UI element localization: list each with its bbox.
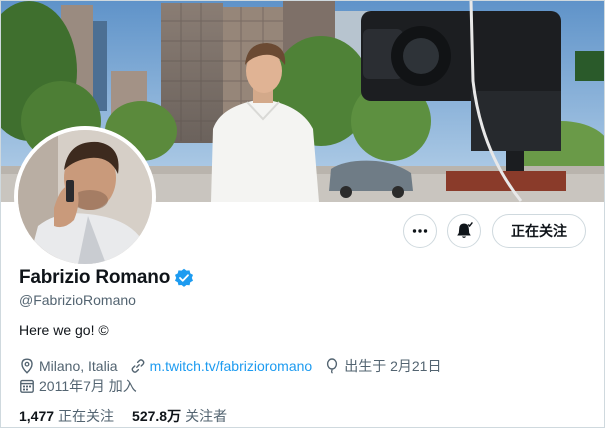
following-button[interactable]: 正在关注 [492,214,586,248]
verified-badge-icon [175,268,194,287]
balloon-icon [327,358,338,374]
website-item: m.twitch.tv/fabrizioromano [130,358,313,374]
more-horizontal-icon [412,229,428,233]
birthday-item: 出生于 2月21日 [324,356,441,376]
profile-meta-joined: 2011年7月 加入 [19,376,149,396]
following-stat[interactable]: 1,477 正在关注 [19,406,114,426]
avatar[interactable] [14,126,156,268]
profile-meta: Milano, Italia m.twitch.tv/fabrizioroman… [19,356,453,376]
location-item: Milano, Italia [19,358,118,374]
link-icon [131,359,145,373]
name-row: Fabrizio Romano [19,267,194,289]
following-label: 正在关注 [58,408,115,424]
calendar-icon [20,379,34,393]
avatar-photo [18,130,152,264]
following-count: 1,477 [19,408,55,424]
notifications-button[interactable] [447,214,481,248]
website-link[interactable]: m.twitch.tv/fabrizioromano [150,358,313,374]
profile-card: 正在关注 Fabrizio Romano @FabrizioRomano Her… [0,0,605,428]
bell-icon [457,221,473,238]
followers-stat[interactable]: 527.8万 关注者 [132,406,227,426]
more-options-button[interactable] [403,214,437,248]
location-pin-icon [21,358,33,374]
profile-stats: 1,477 正在关注 527.8万 关注者 [19,406,245,426]
birthday-text: 出生于 2月21日 [344,358,442,374]
profile-bio: Here we go! © [19,322,109,338]
display-name: Fabrizio Romano [19,267,171,288]
followers-label: 关注者 [185,408,228,424]
joined-item: 2011年7月 加入 [19,376,137,396]
user-handle: @FabrizioRomano [19,292,136,308]
followers-count: 527.8万 [132,408,182,424]
location-text: Milano, Italia [39,358,118,374]
joined-text: 2011年7月 加入 [39,378,137,394]
